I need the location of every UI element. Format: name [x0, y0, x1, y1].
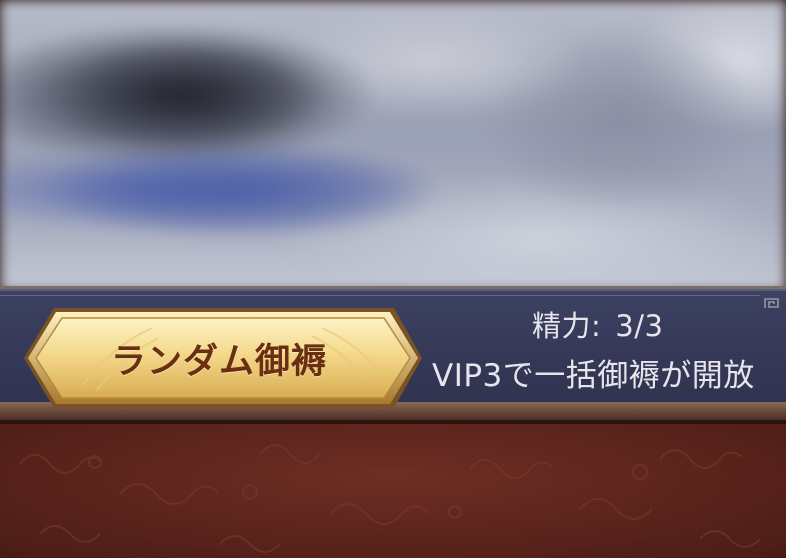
- random-bedtime-label: ランダム御褥: [110, 341, 327, 382]
- cloud-pattern: [19, 444, 761, 553]
- banner-divider: [0, 295, 760, 296]
- stamina-value: 3/3: [615, 309, 664, 343]
- background-scene: [0, 0, 786, 292]
- background-water: [0, 150, 420, 230]
- corner-ornament-icon: [764, 298, 779, 308]
- game-screen: ランダム御褥 精力: 3/3 VIP3で一括御褥が開放: [0, 0, 786, 558]
- bottom-panel: [0, 424, 786, 558]
- random-bedtime-button[interactable]: ランダム御褥: [22, 306, 424, 410]
- background-shadow: [60, 40, 320, 150]
- stamina-label: 精力:: [532, 309, 602, 343]
- stamina-display: 精力: 3/3: [532, 303, 663, 345]
- vip-unlock-notice: VIP3で一括御褥が開放: [432, 358, 755, 394]
